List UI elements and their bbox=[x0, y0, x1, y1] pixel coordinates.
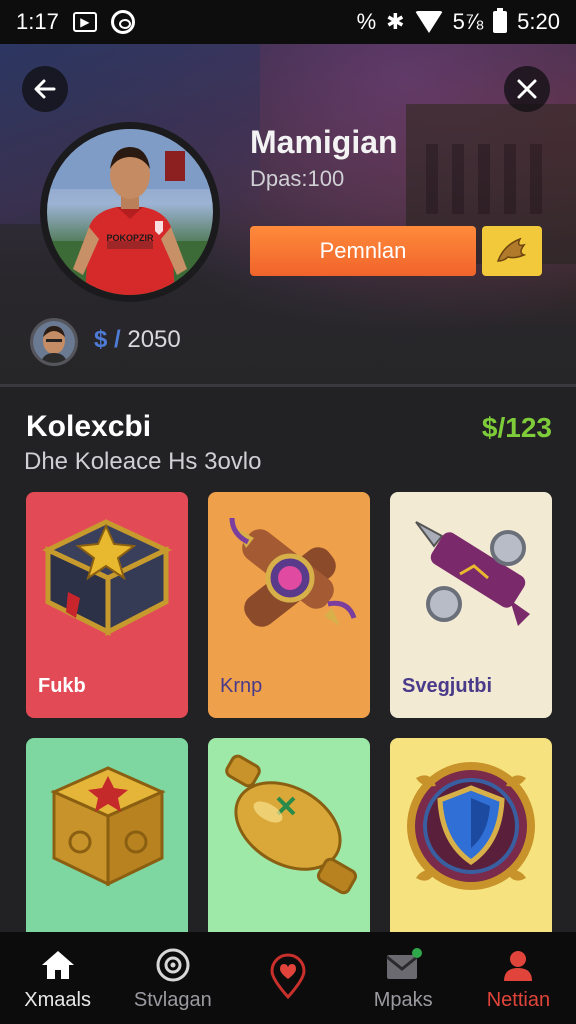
balance: $ / 2050 bbox=[94, 326, 181, 354]
collection-price: $/123 bbox=[481, 412, 552, 443]
player-photo: POKOPZIR bbox=[47, 129, 213, 295]
wing-emblem-icon bbox=[496, 237, 527, 262]
player-subtitle: Dpas:100 bbox=[250, 166, 345, 191]
collection-card-2-label: Krnp bbox=[220, 675, 263, 697]
gold-vase-icon bbox=[225, 754, 358, 895]
arrow-left-icon bbox=[34, 79, 56, 99]
player-avatar[interactable]: POKOPZIR bbox=[40, 122, 220, 302]
close-icon bbox=[517, 79, 537, 99]
collection-card-2[interactable]: Krnp bbox=[208, 492, 370, 718]
collection-grid: Fukb Krnp Svegjutbi bbox=[26, 492, 552, 964]
nav-item-home[interactable]: Xmaals bbox=[0, 932, 115, 1024]
mail-icon bbox=[383, 945, 423, 985]
badge-button[interactable] bbox=[482, 226, 542, 276]
percent-label: % bbox=[356, 9, 377, 34]
collection-card-3-label: Svegjutbi bbox=[402, 675, 493, 697]
collection-card-4[interactable] bbox=[26, 738, 188, 964]
nav-messages-label: Mpaks bbox=[373, 988, 433, 1011]
treasure-chest-icon bbox=[42, 519, 172, 637]
signal-label: 5⅞ bbox=[452, 9, 484, 34]
collection-subtitle: Dhe Koleace Hs 3ovlo bbox=[24, 448, 262, 475]
collection-card-1-label: Fukb bbox=[38, 675, 86, 697]
primary-action-button[interactable]: Pemnlan bbox=[250, 226, 476, 276]
rocket-icon bbox=[415, 521, 530, 626]
profile-icon bbox=[501, 945, 535, 985]
owner-avatar[interactable] bbox=[30, 318, 78, 366]
jersey-text: POKOPZIR bbox=[106, 233, 154, 243]
status-bar: 1:17 ▶ % ✱ 5⅞ 5:20 bbox=[0, 0, 576, 44]
sync-icon bbox=[110, 10, 135, 34]
bluetooth-icon: ✱ bbox=[386, 9, 405, 34]
shield-emblem-icon bbox=[407, 762, 535, 890]
notification-icon: ▶ bbox=[72, 12, 97, 32]
profile-header: POKOPZIR Mamigian Dpas:100 Pemnlan $ / 2… bbox=[0, 44, 576, 384]
home-icon bbox=[40, 945, 76, 985]
player-name: Mamigian bbox=[250, 124, 398, 160]
collection-title: Kolexcbi bbox=[26, 410, 152, 443]
screen: 1:17 ▶ % ✱ 5⅞ 5:20 POKOPZIR Mamigian Dpa… bbox=[0, 0, 576, 1024]
nav-home-label: Xmaals bbox=[24, 988, 91, 1011]
collection-card-6[interactable] bbox=[390, 738, 552, 964]
status-time-left: 1:17 bbox=[16, 9, 59, 34]
gold-cube-icon bbox=[50, 766, 166, 887]
collection-card-5[interactable] bbox=[208, 738, 370, 964]
nav-item-stats[interactable]: Stvlagan bbox=[115, 932, 230, 1024]
nav-stats-label: Stvlagan bbox=[133, 988, 212, 1011]
collection-card-3[interactable]: Svegjutbi bbox=[390, 492, 552, 718]
status-time-right: 5:20 bbox=[517, 9, 560, 34]
nav-item-profile[interactable]: Nettian bbox=[461, 932, 576, 1024]
nav-item-favorites[interactable] bbox=[230, 932, 345, 1024]
back-button[interactable] bbox=[22, 66, 68, 112]
scroll-gem-icon bbox=[229, 517, 357, 627]
close-button[interactable] bbox=[504, 66, 550, 112]
player-illustration: POKOPZIR bbox=[47, 129, 213, 295]
bottom-nav: Xmaals Stvlagan Mpaks Nettian bbox=[0, 932, 576, 1024]
owner-face bbox=[33, 321, 75, 363]
nav-profile-label: Nettian bbox=[486, 988, 551, 1011]
balance-currency: $ / bbox=[94, 326, 121, 353]
battery-icon bbox=[493, 8, 508, 33]
section-divider bbox=[0, 384, 576, 387]
wifi-icon bbox=[414, 11, 443, 33]
ball-icon bbox=[155, 945, 191, 985]
collection-card-1[interactable]: Fukb bbox=[26, 492, 188, 718]
heart-pin-icon bbox=[268, 953, 308, 999]
balance-value: 2050 bbox=[127, 326, 181, 353]
nav-item-messages[interactable]: Mpaks bbox=[346, 932, 461, 1024]
